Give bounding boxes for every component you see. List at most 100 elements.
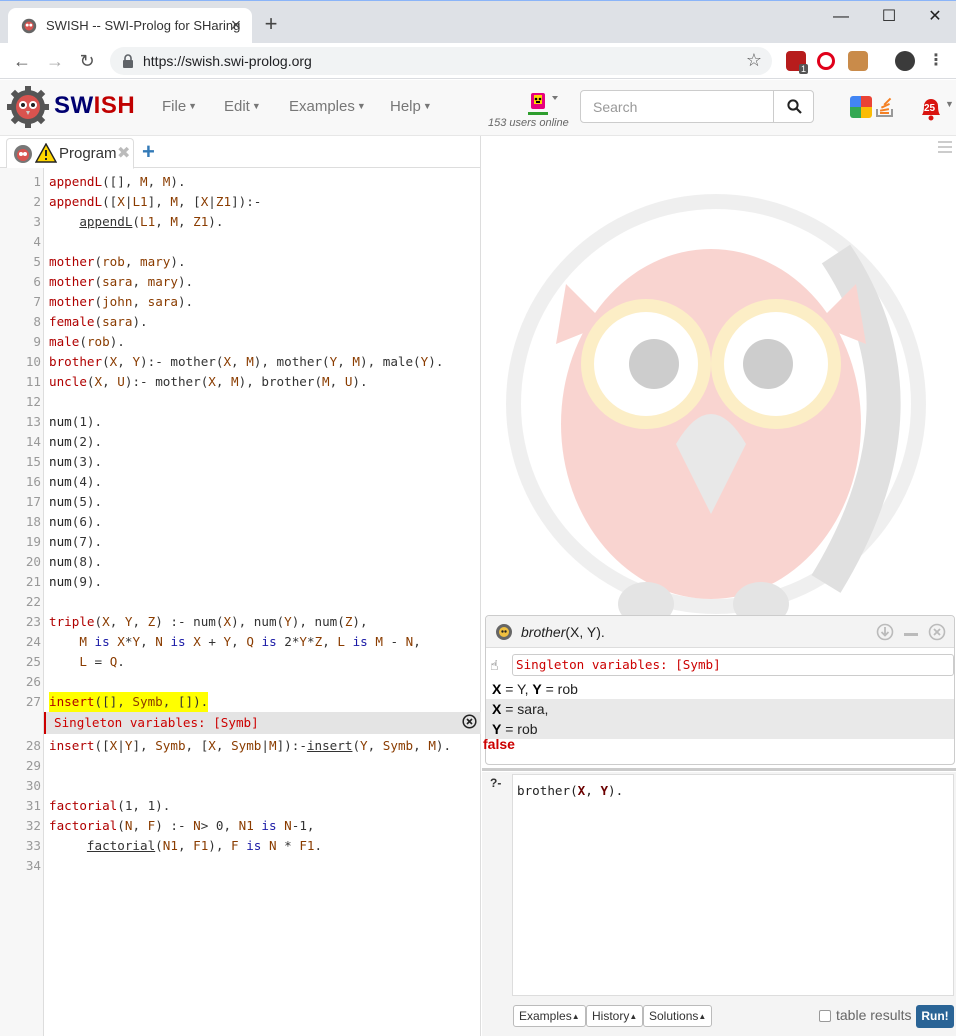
line-number: 8 bbox=[33, 314, 41, 329]
tab-program[interactable]: Program ✖ bbox=[6, 138, 134, 169]
add-tab-icon[interactable]: + bbox=[142, 139, 155, 165]
code-line: 16 num(4). bbox=[0, 472, 481, 492]
ublock-extension-icon[interactable]: 1 bbox=[786, 51, 808, 74]
notification-bell-icon[interactable]: 25 ▼ bbox=[917, 95, 954, 123]
menu-file[interactable]: File ▼ bbox=[162, 98, 197, 115]
tab-close-icon[interactable]: ✖ bbox=[117, 143, 130, 163]
google-icon[interactable] bbox=[850, 96, 872, 118]
stackoverflow-icon[interactable] bbox=[874, 96, 896, 118]
code-line: 34 bbox=[0, 856, 481, 876]
search-input[interactable] bbox=[580, 90, 774, 123]
line-number: 20 bbox=[25, 554, 41, 569]
users-online-count: 153 users online bbox=[488, 117, 569, 129]
code-line: 25 L = Q. bbox=[0, 652, 481, 672]
gear-owl-icon bbox=[496, 624, 512, 640]
thumbs-up-icon[interactable]: ☝ bbox=[490, 657, 499, 674]
code-line: 21 num(9). bbox=[0, 572, 481, 592]
line-number: 33 bbox=[25, 838, 41, 853]
solution-var: X bbox=[492, 701, 502, 717]
swish-brand[interactable]: SWISH bbox=[54, 92, 135, 120]
tab-close-icon[interactable]: × bbox=[226, 15, 246, 35]
forward-arrow-icon[interactable]: → bbox=[43, 49, 67, 73]
browser-tab[interactable]: SWISH -- SWI-Prolog for SHaring × bbox=[8, 8, 252, 44]
menu-examples[interactable]: Examples ▼ bbox=[289, 98, 366, 115]
run-button[interactable]: Run! bbox=[916, 1005, 954, 1028]
url-text: https://swish.swi-prolog.org bbox=[143, 53, 312, 69]
solution-var: Y bbox=[532, 681, 542, 697]
table-results-checkbox[interactable] bbox=[819, 1010, 831, 1022]
minimize-icon[interactable]: — bbox=[818, 3, 864, 31]
reload-icon[interactable]: ↻ bbox=[75, 49, 99, 73]
code-line: 24 M is X*Y, N is X + Y, Q is 2*Y*Z, L i… bbox=[0, 632, 481, 652]
query-editor[interactable]: brother(X, Y). bbox=[512, 774, 954, 996]
line-number: 1 bbox=[33, 174, 41, 189]
close-circle-icon[interactable] bbox=[462, 714, 477, 729]
solution-value: = rob bbox=[541, 681, 578, 697]
query-functor: brother bbox=[521, 624, 566, 640]
solutions-button[interactable]: Solutions▲ bbox=[643, 1005, 713, 1027]
code-line: 1 appendL([], M, M). bbox=[0, 172, 481, 192]
line-number: 26 bbox=[25, 674, 41, 689]
chrome-menu-icon[interactable]: ⋮ bbox=[928, 51, 944, 71]
query-var: Y bbox=[600, 783, 609, 798]
code-line: 27 insert([], Symb, []). bbox=[0, 692, 481, 712]
line-number: 3 bbox=[33, 214, 41, 229]
false-result: false bbox=[483, 736, 515, 752]
line-number: 19 bbox=[25, 534, 41, 549]
examples-button[interactable]: Examples▲ bbox=[513, 1005, 586, 1027]
swish-logo-icon[interactable] bbox=[6, 85, 50, 129]
menu-edit[interactable]: Edit ▼ bbox=[224, 98, 261, 115]
history-label: History bbox=[592, 1009, 630, 1023]
code-line: 29 bbox=[0, 756, 481, 776]
code-line: 11 uncle(X, U):- mother(X, M), brother(M,… bbox=[0, 372, 481, 392]
line-number: 29 bbox=[25, 758, 41, 773]
menu-edit-label: Edit bbox=[224, 98, 250, 115]
line-number: 14 bbox=[25, 434, 41, 449]
bookmark-star-icon[interactable]: ☆ bbox=[746, 50, 762, 71]
code-line: 4 bbox=[0, 232, 481, 252]
query-args: (X, Y). bbox=[565, 624, 605, 640]
browser-toolbar: ← → ↻ https://swish.swi-prolog.org ☆ 1 ⋮ bbox=[0, 43, 956, 79]
window-close-icon[interactable]: ✕ bbox=[912, 3, 956, 31]
user-avatar-icon[interactable] bbox=[528, 90, 560, 116]
lint-warning-bar: Singleton variables: [Symb] bbox=[44, 712, 481, 734]
warning-message: Singleton variables: [Symb] bbox=[512, 654, 954, 676]
code-line: 20 num(8). bbox=[0, 552, 481, 572]
hamburger-menu-icon[interactable] bbox=[938, 140, 952, 154]
close-circle-icon[interactable] bbox=[928, 623, 946, 641]
caret-down-icon: ▼ bbox=[188, 101, 198, 111]
menu-help[interactable]: Help ▼ bbox=[390, 98, 432, 115]
query-text-pre: brother( bbox=[517, 783, 578, 798]
code-line: 2 appendL([X|L1], M, [X|Z1]):- bbox=[0, 192, 481, 212]
line-number: 2 bbox=[33, 194, 41, 209]
search-button[interactable] bbox=[773, 90, 814, 123]
query-sep: , bbox=[585, 783, 601, 798]
caret-down-icon[interactable]: ▼ bbox=[945, 99, 954, 109]
maximize-icon[interactable]: ☐ bbox=[866, 3, 912, 31]
code-line: 9 male(rob). bbox=[0, 332, 481, 352]
caret-down-icon: ▼ bbox=[251, 101, 261, 111]
line-number: 13 bbox=[25, 414, 41, 429]
line-number: 21 bbox=[25, 574, 41, 589]
code-line: 5 mother(rob, mary). bbox=[0, 252, 481, 272]
download-circle-icon[interactable] bbox=[876, 623, 894, 641]
history-button[interactable]: History▲ bbox=[586, 1005, 644, 1027]
cat-extension-icon[interactable] bbox=[848, 51, 868, 71]
swish-favicon-icon bbox=[21, 18, 37, 34]
address-bar[interactable]: https://swish.swi-prolog.org ☆ bbox=[110, 47, 772, 75]
back-arrow-icon[interactable]: ← bbox=[10, 49, 34, 73]
code-line: 17 num(5). bbox=[0, 492, 481, 512]
lint-message: Singleton variables: [Symb] bbox=[54, 715, 259, 730]
new-tab-icon[interactable]: + bbox=[260, 13, 282, 35]
answer-panel: brother(X, Y). ☝ Singleton variables: [S… bbox=[485, 615, 955, 765]
line-number: 24 bbox=[25, 634, 41, 649]
profile-avatar-icon[interactable] bbox=[895, 51, 915, 71]
caret-down-icon: ▼ bbox=[356, 101, 366, 111]
code-line: 31 factorial(1, 1). bbox=[0, 796, 481, 816]
solution-value: = rob bbox=[501, 721, 538, 737]
query-text-post: ). bbox=[608, 783, 624, 798]
pane-splitter[interactable] bbox=[482, 768, 956, 771]
code-line: 8 female(sara). bbox=[0, 312, 481, 332]
minimize-icon[interactable] bbox=[902, 623, 920, 641]
opera-extension-icon[interactable] bbox=[817, 52, 835, 70]
